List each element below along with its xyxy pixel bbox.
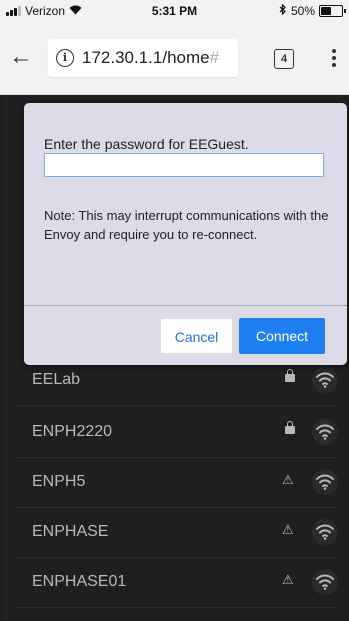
- wifi-icon: [312, 367, 338, 393]
- status-bar: Verizon 5:31 PM 50%: [0, 0, 349, 22]
- network-name: ENPHASE: [32, 523, 109, 540]
- network-row[interactable]: ENPH5 ⚠: [16, 457, 338, 508]
- warning-icon: ⚠: [282, 472, 294, 487]
- network-row[interactable]: ENPHASE01 ⚠: [16, 557, 338, 608]
- password-dialog: Enter the password for EEGuest. Note: Th…: [24, 103, 347, 365]
- wifi-icon: [312, 469, 338, 495]
- network-name: EELab: [32, 371, 81, 388]
- info-icon[interactable]: i: [56, 49, 74, 67]
- cancel-button[interactable]: Cancel: [160, 318, 233, 354]
- network-name: ENPH5: [32, 473, 86, 490]
- wifi-icon: [312, 569, 338, 595]
- network-row[interactable]: ENPH2220: [16, 407, 338, 458]
- password-input[interactable]: [44, 153, 324, 177]
- dialog-note: Note: This may interrupt communications …: [44, 208, 329, 242]
- battery-percent: 50%: [290, 4, 315, 18]
- dialog-divider: [24, 305, 347, 306]
- lock-icon: [285, 421, 295, 434]
- bluetooth-icon: [279, 3, 287, 18]
- warning-icon: ⚠: [282, 572, 294, 587]
- wifi-icon: [312, 519, 338, 545]
- back-arrow-icon[interactable]: ←: [6, 42, 36, 72]
- wifi-icon: [312, 419, 338, 445]
- network-name: ENPHASE01: [32, 573, 127, 590]
- url-main: 172.30.1.1/home: [82, 48, 210, 67]
- dialog-prompt: Enter the password for EEGuest.: [44, 136, 249, 152]
- url-text: 172.30.1.1/home#: [82, 48, 219, 68]
- address-bar[interactable]: i 172.30.1.1/home#: [48, 39, 238, 77]
- kebab-menu-icon[interactable]: [326, 44, 342, 72]
- status-right: 50%: [279, 3, 346, 18]
- browser-toolbar: ← i 172.30.1.1/home# 4: [0, 22, 349, 95]
- network-row[interactable]: ENPHASE ⚠: [16, 507, 338, 558]
- network-name: ENPH2220: [32, 423, 113, 440]
- battery-level: [321, 7, 331, 15]
- lock-icon: [285, 369, 295, 382]
- tab-count-button[interactable]: 4: [274, 49, 294, 69]
- url-faded: #: [209, 48, 220, 67]
- warning-icon: ⚠: [282, 522, 294, 537]
- connect-button[interactable]: Connect: [239, 318, 325, 354]
- battery-icon: [319, 5, 346, 17]
